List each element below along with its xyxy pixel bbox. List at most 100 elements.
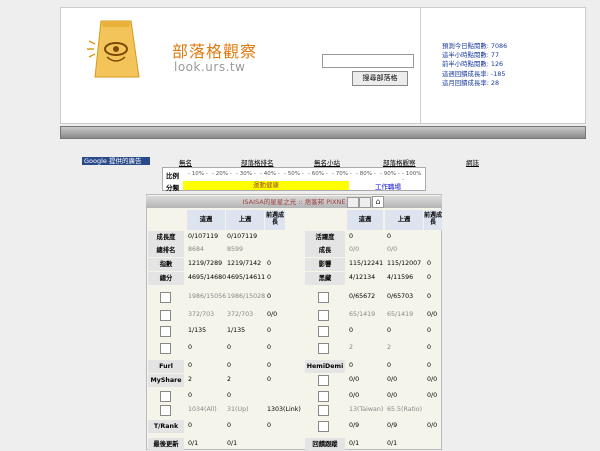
right-row-icon[interactable] [318, 375, 329, 386]
category-selected[interactable]: 運動健康 [183, 181, 349, 190]
right-growth: 0 [427, 327, 432, 334]
right-last-week: 4/11596 [387, 274, 414, 281]
right-last-week: 0/0 [387, 376, 398, 383]
left-growth: 0 [267, 260, 272, 267]
right-last-week: 65.5(Ratio) [387, 406, 423, 413]
left-this-week: 372/703 [188, 311, 215, 318]
right-row-icon[interactable] [318, 421, 329, 432]
left-row-label: 最後更新 [148, 438, 184, 451]
ratio-option[interactable]: - 40% - [260, 171, 280, 177]
stat-line: 這週回饋成長率: -185 [442, 69, 506, 78]
right-row-icon[interactable] [318, 391, 329, 402]
left-this-week: 0 [188, 422, 193, 429]
home-icon[interactable]: ⌂ [372, 196, 384, 208]
left-row-label: Furl [148, 360, 184, 373]
left-last-week: 1/135 [227, 327, 246, 334]
left-growth: 1303(Link) [267, 406, 301, 413]
left-last-week: 0 [227, 344, 232, 351]
right-this-week: 115/12241 [349, 260, 384, 267]
right-last-week: 0/9 [387, 422, 398, 429]
right-row-label: 黑藏 [305, 272, 345, 285]
left-last-week: 2 [227, 376, 232, 383]
right-last-week: 0 [387, 233, 392, 240]
left-last-week: 0/1 [227, 440, 238, 447]
right-row-icon[interactable] [318, 292, 329, 303]
stat-line: 前半小時點閱數: 126 [442, 60, 504, 69]
left-last-week: 1986/15028 [227, 293, 266, 300]
left-row-icon[interactable] [160, 292, 171, 303]
left-last-week: 0/107119 [227, 233, 258, 240]
left-growth: 0 [267, 274, 272, 281]
ratio-option[interactable]: - 30% - [236, 171, 256, 177]
left-row-icon[interactable] [160, 310, 171, 321]
right-row-label: 活躍度 [305, 231, 345, 244]
left-row-label: 總排名 [148, 244, 184, 257]
ratio-option[interactable]: - 70% - [332, 171, 352, 177]
right-this-week: 0 [349, 362, 354, 369]
left-this-week: 0 [188, 344, 193, 351]
right-header-last-week: 上週 [385, 210, 423, 230]
right-row-icon[interactable] [318, 310, 329, 321]
right-this-week: 0/0 [349, 246, 360, 253]
ratio-option[interactable]: - 90% - [380, 171, 400, 177]
search-input[interactable] [322, 54, 414, 68]
category-label: 分類 [166, 184, 179, 192]
nav-link-blog-rank[interactable]: 部落格排名 [241, 157, 274, 167]
category-other[interactable]: 工作職場 [375, 181, 401, 191]
right-last-week: 0/1 [387, 440, 398, 447]
ratio-label: 比例 [166, 172, 179, 180]
right-last-week: 115/12007 [387, 260, 422, 267]
nav-link-wretch-site[interactable]: 無名小站 [314, 157, 340, 167]
left-row-label: 指數 [148, 258, 184, 271]
ratio-option[interactable]: - 50% - [284, 171, 304, 177]
left-this-week: 0/107119 [188, 233, 219, 240]
left-row-icon[interactable] [160, 405, 171, 416]
left-row-icon[interactable] [160, 326, 171, 337]
right-growth: 0/0 [427, 311, 438, 318]
stat-line: 預測今日點閱數: 7086 [442, 42, 508, 50]
left-row-icon[interactable] [160, 343, 171, 354]
right-this-week: 0/9 [349, 422, 360, 429]
right-growth: 0/0 [427, 376, 438, 383]
right-growth: 0/0 [427, 392, 438, 399]
right-last-week: 0/65703 [387, 293, 414, 300]
left-growth: 0 [267, 344, 272, 351]
logo-eye-bag-icon [87, 20, 140, 78]
nav-link-wretch[interactable]: 無名 [179, 157, 192, 167]
left-this-week: 0 [188, 392, 193, 399]
left-this-week: 4695/14680 [188, 274, 227, 281]
right-row-label: 成長 [305, 244, 345, 257]
blog-title[interactable]: ISAISA的星星之光 :: 痞客邦 PIXNE [146, 196, 442, 208]
right-this-week: 13(Taiwan) [349, 406, 384, 413]
left-last-week: 1219/7142 [227, 260, 262, 267]
ratio-option[interactable]: - 10% - [188, 171, 208, 177]
ratio-option[interactable]: - 60% - [308, 171, 328, 177]
left-row-label: MyShare [148, 374, 184, 387]
right-this-week: 4/12134 [349, 274, 376, 281]
left-last-week: 8599 [227, 246, 244, 253]
left-header-last-week: 上週 [226, 210, 264, 230]
nav-link-blog[interactable]: 網誌 [466, 157, 479, 167]
ad-label[interactable]: Google 提供的廣告 [82, 157, 150, 165]
left-growth: 0 [267, 293, 272, 300]
right-row-icon[interactable] [318, 326, 329, 337]
right-row-label: 影響 [305, 258, 345, 271]
right-row-icon[interactable] [318, 405, 329, 416]
right-growth: 0/0 [427, 422, 438, 429]
next-icon[interactable] [359, 197, 371, 208]
left-this-week: 1034(All) [188, 406, 217, 413]
ratio-option[interactable]: - 20% - [212, 171, 232, 177]
ratio-option[interactable]: - 80% - [356, 171, 376, 177]
right-growth: 0 [427, 260, 432, 267]
right-row-icon[interactable] [318, 343, 329, 354]
ratio-option[interactable]: - 100% - [402, 171, 425, 183]
prev-icon[interactable] [347, 197, 359, 208]
left-row-label: 成長度 [148, 231, 184, 244]
nav-link-blog-watch[interactable]: 部落格觀察 [383, 157, 416, 167]
right-row-label: 回饋跟蹤 [305, 438, 345, 451]
right-this-week: 0 [349, 327, 354, 334]
left-row-icon[interactable] [160, 391, 171, 402]
logo-url: look.urs.tw [174, 60, 246, 74]
left-header-growth: 前週成長 [265, 210, 285, 230]
search-button[interactable]: 搜尋部落格 [352, 71, 408, 86]
